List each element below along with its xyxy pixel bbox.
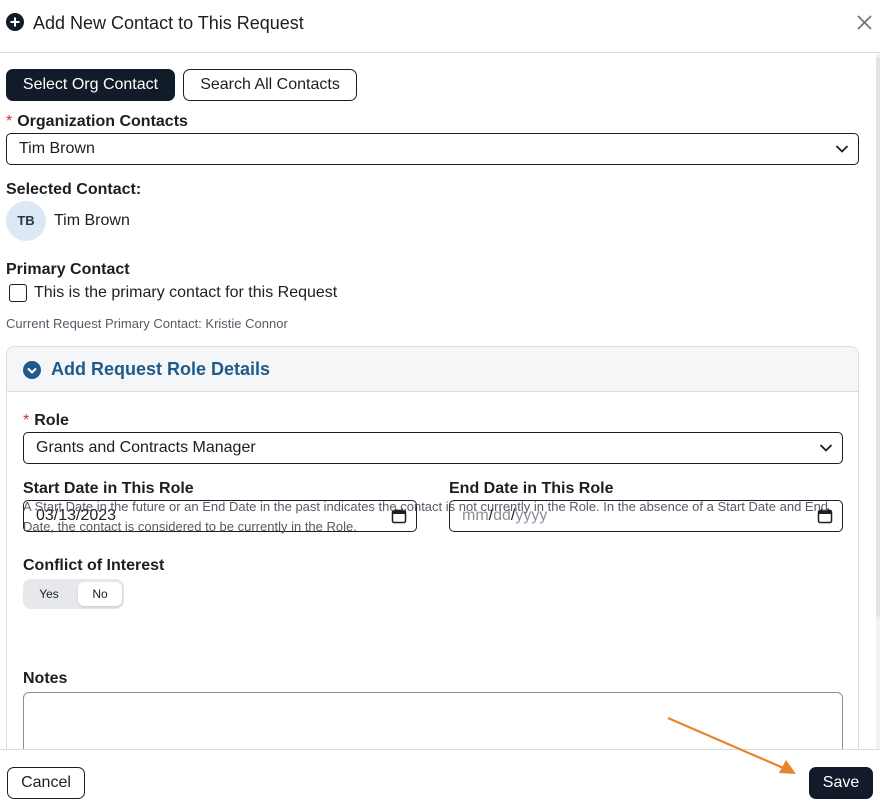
selected-contact-name: Tim Brown	[54, 212, 130, 229]
role-select[interactable]: Grants and Contracts Manager	[23, 432, 843, 464]
search-all-contacts-tab[interactable]: Search All Contacts	[183, 69, 357, 101]
cancel-button[interactable]: Cancel	[7, 767, 85, 799]
end-date-label: End Date in This Role	[449, 480, 614, 497]
notes-label: Notes	[23, 670, 68, 687]
modal-header: Add New Contact to This Request	[0, 0, 880, 53]
primary-contact-checkbox[interactable]	[9, 284, 27, 302]
organization-contacts-label: * Organization Contacts	[6, 113, 188, 130]
role-details-panel: Add Request Role Details * Role Grants an…	[6, 346, 859, 749]
chevron-down-icon	[835, 145, 849, 153]
primary-contact-label: Primary Contact	[6, 261, 130, 278]
plus-circle-icon	[6, 13, 24, 31]
role-date-help-text: A Start Date in the future or an End Dat…	[23, 499, 829, 534]
start-date-label: Start Date in This Role	[23, 480, 194, 497]
scrollbar-thumb[interactable]	[876, 57, 880, 617]
select-org-contact-tab[interactable]: Select Org Contact	[6, 69, 175, 101]
primary-contact-checkbox-label[interactable]: This is the primary contact for this Req…	[34, 283, 337, 303]
role-value: Grants and Contracts Manager	[36, 439, 256, 456]
save-button[interactable]: Save	[809, 767, 873, 799]
organization-contacts-select[interactable]: Tim Brown	[6, 133, 859, 165]
role-details-panel-header[interactable]: Add Request Role Details	[7, 347, 858, 392]
modal-footer: Cancel Save	[0, 749, 880, 807]
chevron-down-circle-icon	[23, 361, 41, 379]
scrollbar[interactable]	[876, 53, 880, 749]
conflict-of-interest-label: Conflict of Interest	[23, 557, 165, 574]
chevron-down-icon	[819, 444, 833, 452]
avatar: TB	[6, 201, 46, 241]
required-marker: *	[23, 412, 30, 429]
role-details-title: Add Request Role Details	[51, 359, 271, 379]
conflict-no-option[interactable]: No	[78, 582, 122, 606]
notes-textarea[interactable]	[23, 692, 843, 749]
modal-body[interactable]: Select Org Contact Search All Contacts *…	[0, 53, 880, 749]
conflict-of-interest-toggle[interactable]: Yes No	[23, 579, 124, 609]
conflict-yes-option[interactable]: Yes	[27, 582, 71, 606]
current-primary-contact-note: Current Request Primary Contact: Kristie…	[6, 316, 288, 331]
modal-title: Add New Contact to This Request	[33, 13, 304, 33]
organization-contacts-value: Tim Brown	[19, 140, 95, 157]
role-label: * Role	[23, 412, 69, 429]
selected-contact-label: Selected Contact:	[6, 181, 142, 198]
close-icon[interactable]	[856, 14, 873, 31]
required-marker: *	[6, 113, 13, 130]
